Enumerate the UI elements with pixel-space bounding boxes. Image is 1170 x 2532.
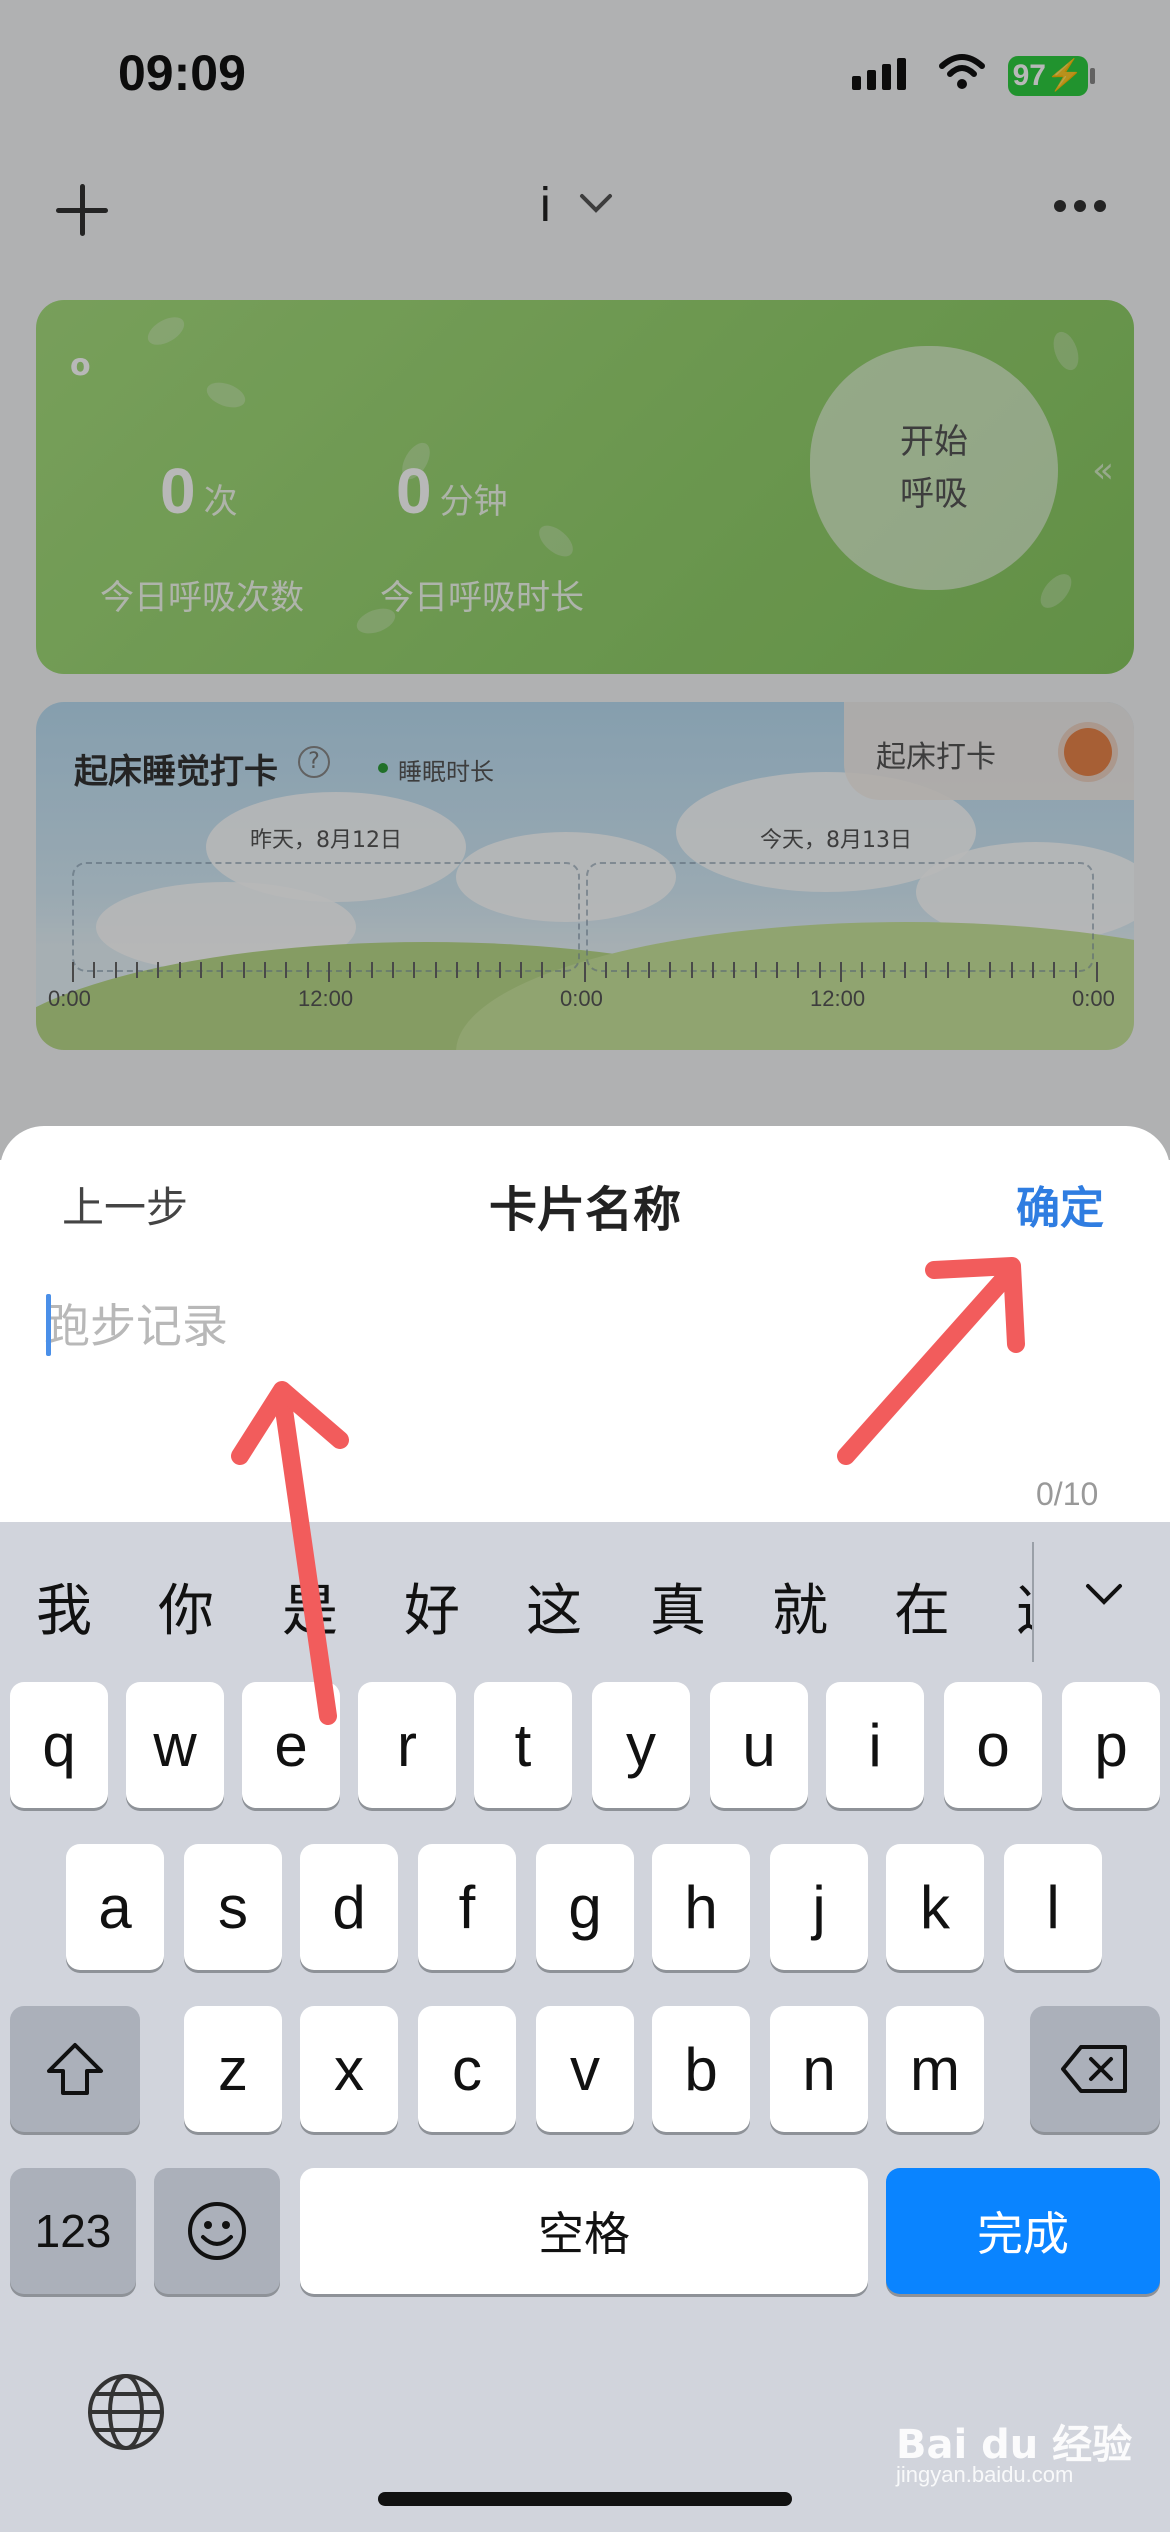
- shift-key[interactable]: [10, 2006, 140, 2132]
- emoji-key[interactable]: [154, 2168, 280, 2294]
- done-key[interactable]: 完成: [886, 2168, 1160, 2294]
- candidate-word[interactable]: 我: [36, 1566, 92, 1647]
- key-x[interactable]: x: [300, 2006, 398, 2132]
- candidate-word[interactable]: 你: [158, 1566, 214, 1647]
- key-j[interactable]: j: [770, 1844, 868, 1970]
- shift-icon: [47, 2043, 103, 2095]
- candidate-word-partial[interactable]: 这: [1016, 1566, 1032, 1647]
- key-p[interactable]: p: [1062, 1682, 1160, 1808]
- key-l[interactable]: l: [1004, 1844, 1102, 1970]
- confirm-button[interactable]: 确定: [1016, 1172, 1104, 1236]
- candidate-word[interactable]: 在: [894, 1566, 950, 1647]
- chevron-down-icon[interactable]: [1082, 1572, 1126, 1616]
- key-r[interactable]: r: [358, 1682, 456, 1808]
- back-button[interactable]: 上一步: [62, 1174, 188, 1235]
- key-e[interactable]: e: [242, 1682, 340, 1808]
- candidate-word[interactable]: 就: [772, 1566, 828, 1647]
- key-c[interactable]: c: [418, 2006, 516, 2132]
- key-k[interactable]: k: [886, 1844, 984, 1970]
- key-v[interactable]: v: [536, 2006, 634, 2132]
- key-g[interactable]: g: [536, 1844, 634, 1970]
- key-z[interactable]: z: [184, 2006, 282, 2132]
- candidate-divider: [1032, 1542, 1034, 1662]
- keyboard: 我 你 是 好 这 真 就 在 这 q w e r t y u i o p a …: [0, 1522, 1170, 2532]
- backspace-key[interactable]: [1030, 2006, 1160, 2132]
- space-key[interactable]: 空格: [300, 2168, 868, 2294]
- numbers-key[interactable]: 123: [10, 2168, 136, 2294]
- key-f[interactable]: f: [418, 1844, 516, 1970]
- key-i[interactable]: i: [826, 1682, 924, 1808]
- home-indicator: [378, 2492, 792, 2506]
- candidate-word[interactable]: 真: [650, 1566, 706, 1647]
- key-t[interactable]: t: [474, 1682, 572, 1808]
- key-q[interactable]: q: [10, 1682, 108, 1808]
- watermark-url: jingyan.baidu.com: [896, 2462, 1074, 2487]
- modal-dim-overlay[interactable]: [0, 0, 1170, 1160]
- key-u[interactable]: u: [710, 1682, 808, 1808]
- key-b[interactable]: b: [652, 2006, 750, 2132]
- globe-icon[interactable]: [86, 2372, 166, 2452]
- key-n[interactable]: n: [770, 2006, 868, 2132]
- key-m[interactable]: m: [886, 2006, 984, 2132]
- candidate-word[interactable]: 这: [526, 1566, 582, 1647]
- key-a[interactable]: a: [66, 1844, 164, 1970]
- key-h[interactable]: h: [652, 1844, 750, 1970]
- card-name-input[interactable]: [44, 1286, 1124, 1366]
- candidate-word[interactable]: 好: [404, 1566, 460, 1647]
- char-counter: 0/10: [1036, 1476, 1099, 1512]
- key-s[interactable]: s: [184, 1844, 282, 1970]
- text-caret: [46, 1294, 51, 1356]
- candidate-bar: 我 你 是 好 这 真 就 在 这: [0, 1522, 1170, 1682]
- key-d[interactable]: d: [300, 1844, 398, 1970]
- candidate-word[interactable]: 是: [282, 1566, 338, 1647]
- key-o[interactable]: o: [944, 1682, 1042, 1808]
- emoji-icon: [188, 2202, 246, 2260]
- key-y[interactable]: y: [592, 1682, 690, 1808]
- key-w[interactable]: w: [126, 1682, 224, 1808]
- backspace-icon: [1061, 2045, 1127, 2093]
- card-name-sheet: 卡片名称 上一步 确定 0/10: [0, 1126, 1170, 1526]
